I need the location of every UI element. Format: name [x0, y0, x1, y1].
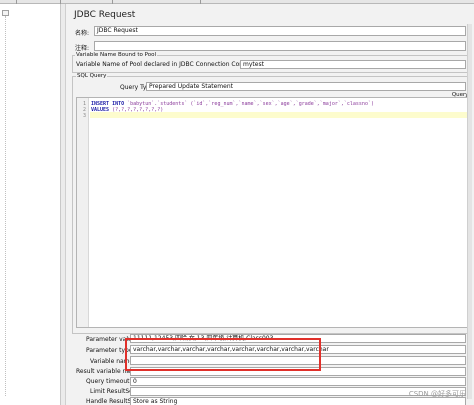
sql-query-section-title: SQL Query — [76, 73, 108, 79]
sql-keyword: VALUES — [91, 107, 110, 113]
code-line: VALUES (?,?,?,?,?,?,?,?) — [91, 107, 163, 113]
comment-input[interactable] — [94, 41, 466, 51]
page-title: JDBC Request — [74, 10, 136, 20]
query-timeout-input[interactable]: 0 — [130, 377, 466, 386]
pool-variable-input[interactable]: mytest — [240, 60, 466, 69]
annotation-highlight-box — [125, 338, 321, 371]
query-type-select[interactable]: Prepared Update Statement — [146, 82, 466, 91]
pool-section-title: Variable Name Bound to Pool — [75, 52, 157, 58]
sql-text: (?,?,?,?,?,?,?,?) — [109, 107, 164, 113]
vertical-scrollbar[interactable] — [467, 24, 472, 399]
tree-connector-line — [5, 16, 6, 396]
name-input[interactable]: JDBC Request — [94, 26, 466, 36]
line-number: 3 — [82, 113, 86, 119]
name-label: 名称: — [75, 30, 90, 37]
line-number-gutter: 1 2 3 — [77, 98, 89, 327]
sql-query-editor[interactable]: 1 2 3 INSERT INTO `babytun`.`students` (… — [76, 97, 468, 328]
comment-label: 注释: — [75, 45, 90, 52]
watermark: CSDN @好多可乐 — [408, 390, 466, 398]
test-plan-tree[interactable] — [0, 4, 61, 405]
